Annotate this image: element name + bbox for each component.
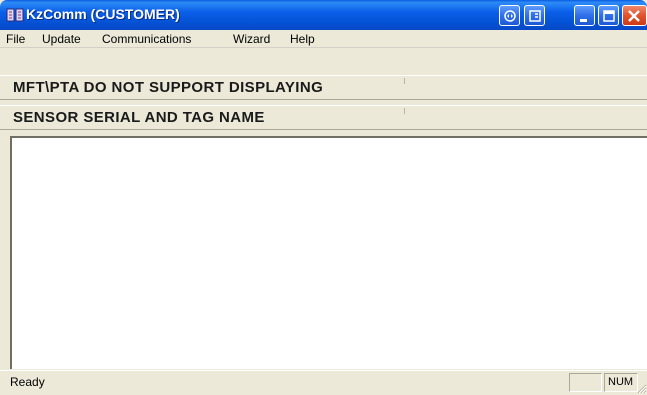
app-window: KzComm (CUSTOMER) File Update Communicat… [0, 0, 647, 395]
maximize-icon [603, 10, 615, 22]
title-bar[interactable]: KzComm (CUSTOMER) [0, 0, 647, 30]
header-line-2-text: SENSOR SERIAL AND TAG NAME [13, 109, 265, 126]
minimize-icon [580, 19, 587, 22]
menu-file[interactable]: File [6, 32, 25, 46]
kzcomm-app-icon [6, 8, 24, 22]
close-button[interactable] [622, 5, 647, 26]
header-line-2: SENSOR SERIAL AND TAG NAME [0, 105, 647, 130]
close-icon [628, 10, 640, 22]
minimize-button[interactable] [574, 5, 595, 26]
status-pane-empty [569, 373, 602, 392]
menu-wizard[interactable]: Wizard [233, 32, 270, 46]
header-line-1-text: MFT\PTA DO NOT SUPPORT DISPLAYING [13, 79, 324, 96]
resize-grip-icon[interactable] [636, 383, 647, 394]
num-lock-indicator: NUM [604, 373, 638, 392]
restore-alt-button[interactable] [499, 5, 520, 26]
header-separator [404, 78, 405, 84]
menu-bar: File Update Communications Wizard Help [0, 30, 647, 48]
restore-alt-icon [504, 10, 516, 22]
document-area[interactable] [10, 136, 647, 369]
status-text: Ready [10, 375, 45, 389]
header-separator [404, 108, 405, 114]
menu-help[interactable]: Help [290, 32, 315, 46]
num-lock-text: NUM [608, 376, 634, 388]
page-icon [529, 10, 541, 22]
status-bar: Ready NUM [0, 370, 647, 395]
maximize-button[interactable] [598, 5, 619, 26]
header-line-1: MFT\PTA DO NOT SUPPORT DISPLAYING [0, 75, 647, 100]
menu-update[interactable]: Update [42, 32, 81, 46]
page-button[interactable] [524, 5, 545, 26]
menu-communications[interactable]: Communications [102, 32, 191, 46]
window-title: KzComm (CUSTOMER) [26, 6, 180, 22]
